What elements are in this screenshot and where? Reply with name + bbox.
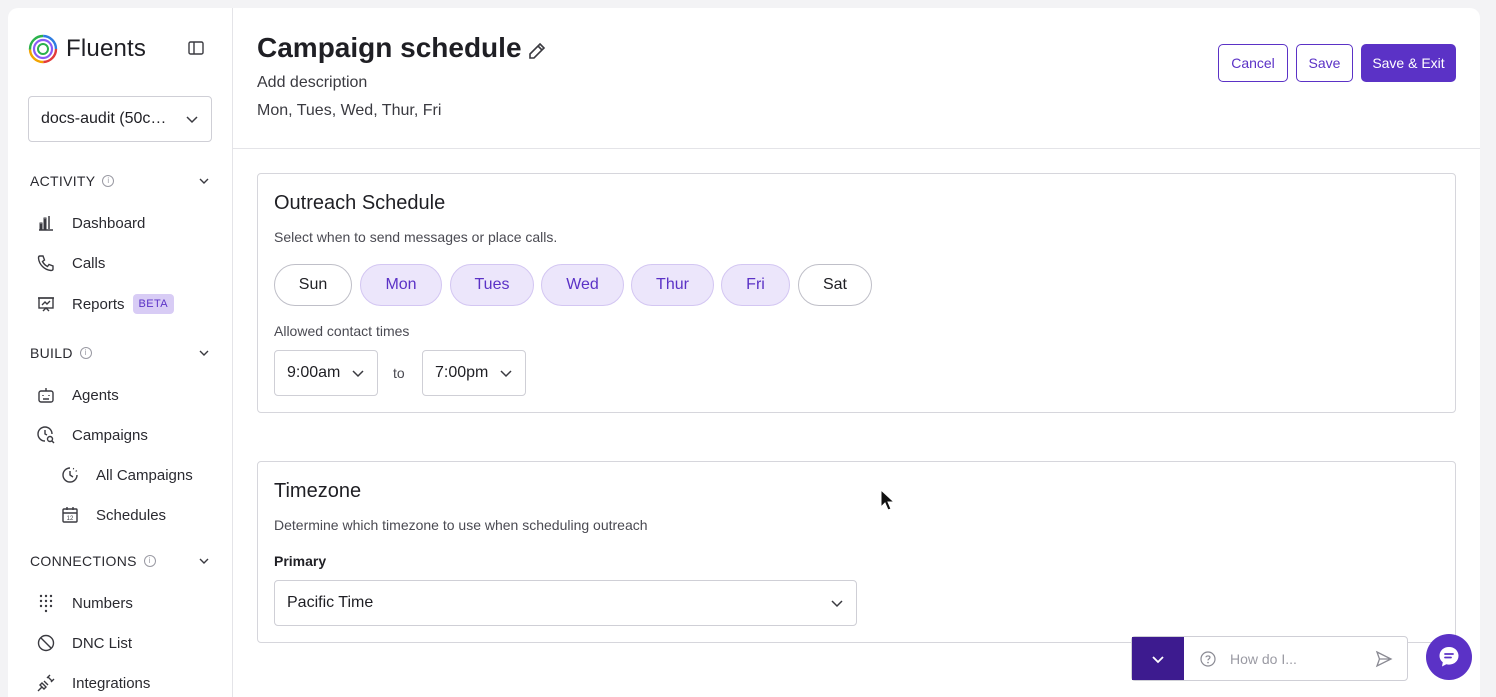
presentation-icon (38, 297, 54, 312)
chevron-down-icon (1152, 655, 1164, 663)
help-collapse-button[interactable] (1132, 637, 1184, 680)
app-window: Fluents docs-audit (50c… ACTIVITY i Dash… (8, 8, 1480, 697)
brand[interactable]: Fluents (28, 34, 146, 64)
day-toggle-tues[interactable]: Tues (450, 264, 534, 306)
send-icon[interactable] (1375, 650, 1393, 668)
chat-bubble-icon (1439, 647, 1459, 667)
section-title: CONNECTIONS (30, 553, 137, 569)
end-time-select[interactable]: 7:00pm (422, 350, 526, 396)
start-time-value: 9:00am (287, 364, 341, 381)
chevron-down-icon (199, 178, 209, 184)
section-build[interactable]: BUILD i (30, 345, 210, 361)
section-subtitle: Select when to send messages or place ca… (274, 229, 558, 245)
outreach-schedule-card: Outreach Schedule Select when to send me… (257, 173, 1456, 413)
sidebar-item-campaigns[interactable]: Campaigns (36, 425, 148, 445)
day-toggle-thur[interactable]: Thur (631, 264, 714, 306)
timezone-value: Pacific Time (287, 594, 374, 611)
sidebar-item-label: Schedules (96, 506, 167, 524)
timezone-card: Timezone Determine which timezone to use… (257, 461, 1456, 643)
sidebar-item-label: Numbers (72, 594, 133, 612)
day-toggle-sat[interactable]: Sat (798, 264, 872, 306)
clock-search-icon (37, 426, 55, 444)
workspace-selector[interactable]: docs-audit (50c… (28, 96, 212, 142)
question-icon (1200, 650, 1216, 667)
chat-launcher-button[interactable] (1426, 634, 1472, 680)
section-title: Timezone (274, 480, 362, 502)
sidebar: Fluents docs-audit (50c… ACTIVITY i Dash… (8, 8, 233, 697)
section-title: Outreach Schedule (274, 192, 446, 214)
ban-icon (37, 634, 55, 652)
app-name: Fluents (66, 35, 147, 62)
fluents-logo-icon (28, 34, 58, 64)
beta-badge: BETA (132, 294, 175, 314)
sidebar-item-label: DNC List (72, 634, 133, 652)
add-description-link[interactable]: Add description (257, 74, 367, 92)
save-exit-button[interactable]: Save & Exit (1361, 44, 1456, 82)
info-icon[interactable]: i (102, 175, 115, 187)
sidebar-item-numbers[interactable]: Numbers (36, 593, 133, 613)
sidebar-item-dashboard[interactable]: Dashboard (36, 213, 145, 233)
section-activity[interactable]: ACTIVITY i (30, 173, 210, 189)
info-icon[interactable]: i (79, 347, 92, 359)
main-content: Campaign schedule Add description Mon, T… (233, 8, 1480, 697)
pencil-icon[interactable] (527, 41, 547, 61)
days-summary: Mon, Tues, Wed, Thur, Fri (257, 102, 442, 119)
sidebar-item-label: Agents (72, 386, 119, 404)
section-title: BUILD (30, 345, 73, 361)
mouse-cursor-icon (880, 489, 896, 511)
workspace-label: docs-audit (50c… (41, 110, 167, 127)
day-toggle-wed[interactable]: Wed (541, 264, 624, 306)
bar-chart-icon (39, 216, 53, 231)
chevron-down-icon (831, 600, 843, 608)
sidebar-item-label: Calls (72, 254, 106, 272)
calendar-icon: 12 (62, 507, 78, 523)
info-icon[interactable]: i (143, 555, 156, 567)
day-toggle-fri[interactable]: Fri (721, 264, 790, 306)
sidebar-item-dnc-list[interactable]: DNC List (36, 633, 132, 653)
chevron-down-icon (199, 350, 209, 356)
sidebar-item-schedules[interactable]: 12 Schedules (60, 505, 166, 525)
sidebar-item-integrations[interactable]: Integrations (36, 673, 150, 693)
cancel-button[interactable]: Cancel (1218, 44, 1288, 82)
sidebar-item-label: Reports (72, 295, 125, 313)
day-toggle-sun[interactable]: Sun (274, 264, 352, 306)
end-time-value: 7:00pm (435, 364, 489, 381)
chevron-down-icon (352, 370, 364, 378)
sidebar-item-label: All Campaigns (96, 466, 193, 484)
contact-times-label: Allowed contact times (274, 323, 410, 339)
primary-label: Primary (274, 553, 327, 569)
sidebar-collapse-icon[interactable] (188, 41, 204, 55)
help-search-input[interactable] (1230, 650, 1360, 667)
start-time-select[interactable]: 9:00am (274, 350, 378, 396)
help-widget (1131, 636, 1408, 681)
plug-icon (37, 674, 55, 692)
chevron-down-icon (186, 116, 198, 124)
chevron-down-icon (199, 558, 209, 564)
dialpad-icon (39, 594, 53, 613)
svg-text:12: 12 (67, 516, 74, 522)
section-title: ACTIVITY (30, 173, 96, 189)
sidebar-item-label: Integrations (72, 674, 151, 692)
to-label: to (393, 365, 405, 381)
robot-icon (38, 388, 54, 403)
section-subtitle: Determine which timezone to use when sch… (274, 517, 648, 533)
day-toggle-mon[interactable]: Mon (360, 264, 442, 306)
page-title: Campaign schedule (257, 32, 522, 63)
phone-icon (37, 255, 54, 272)
sidebar-item-label: Campaigns (72, 426, 148, 444)
sidebar-item-agents[interactable]: Agents (36, 385, 119, 405)
save-button[interactable]: Save (1296, 44, 1353, 82)
sidebar-item-calls[interactable]: Calls (36, 253, 105, 273)
pie-clock-icon (62, 467, 78, 483)
section-connections[interactable]: CONNECTIONS i (30, 553, 210, 569)
chevron-down-icon (500, 370, 512, 378)
timezone-select[interactable]: Pacific Time (274, 580, 857, 626)
page-header: Campaign schedule Add description Mon, T… (233, 8, 1480, 149)
sidebar-item-label: Dashboard (72, 214, 146, 232)
sidebar-item-reports[interactable]: Reports BETA (36, 294, 175, 314)
sidebar-item-all-campaigns[interactable]: All Campaigns (60, 465, 193, 485)
